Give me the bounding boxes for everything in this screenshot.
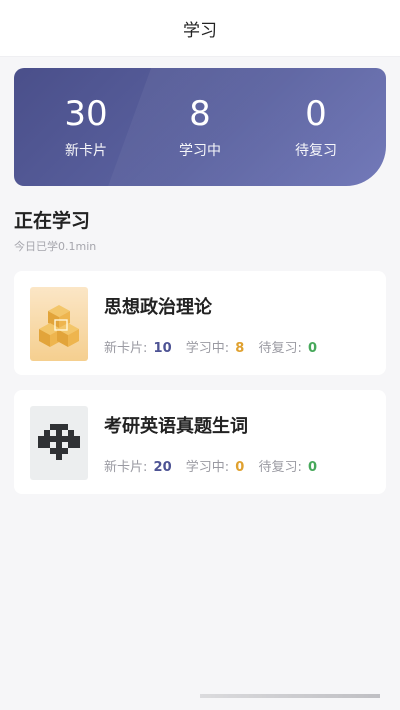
study-time-today: 今日已学0.1min — [14, 240, 97, 253]
new-cards-count: 20 — [153, 460, 172, 475]
stat-new-cards-label: 新卡片 — [65, 143, 107, 159]
stat-to-review[interactable]: 0 待复习 — [256, 94, 376, 160]
stat-learning-label: 学习中 — [179, 143, 221, 159]
cube-stack-icon — [30, 287, 88, 361]
learning-count: 0 — [235, 460, 245, 475]
stat-to-review-label: 待复习 — [295, 143, 337, 159]
review-count: 0 — [308, 341, 318, 356]
review-label: 待复习: — [258, 341, 302, 356]
course-name: 考研英语真题生词 — [104, 416, 248, 437]
course-card[interactable]: 思想政治理论 新卡片: 10 学习中: 8 待复习: 0 — [14, 271, 386, 375]
review-count: 0 — [308, 460, 318, 475]
course-stats: 新卡片: 20 学习中: 0 待复习: 0 — [104, 456, 327, 475]
section-title: 正在学习 — [14, 210, 91, 232]
stat-new-cards-value: 30 — [64, 94, 108, 134]
new-cards-label: 新卡片: — [104, 341, 148, 356]
nav-bar: 学习 — [0, 0, 400, 57]
pixel-glyph-icon-graphic — [38, 424, 80, 460]
stat-learning[interactable]: 8 学习中 — [140, 94, 260, 160]
learning-count: 8 — [235, 341, 245, 356]
new-cards-count: 10 — [153, 341, 172, 356]
bottom-divider — [200, 694, 380, 698]
review-label: 待复习: — [258, 460, 302, 475]
course-card[interactable]: 考研英语真题生词 新卡片: 20 学习中: 0 待复习: 0 — [14, 390, 386, 494]
new-cards-label: 新卡片: — [104, 460, 148, 475]
stat-to-review-value: 0 — [305, 94, 327, 134]
pixel-glyph-icon — [30, 406, 88, 480]
stat-new-cards[interactable]: 30 新卡片 — [26, 94, 146, 160]
course-name: 思想政治理论 — [104, 297, 212, 318]
stats-summary-card: 30 新卡片 8 学习中 0 待复习 — [14, 68, 386, 186]
learning-label: 学习中: — [185, 460, 230, 475]
learning-label: 学习中: — [185, 341, 230, 356]
course-stats: 新卡片: 10 学习中: 8 待复习: 0 — [104, 337, 327, 356]
stat-learning-value: 8 — [189, 94, 211, 134]
cube-stack-icon-graphic — [39, 305, 79, 347]
page-title: 学习 — [183, 20, 217, 41]
